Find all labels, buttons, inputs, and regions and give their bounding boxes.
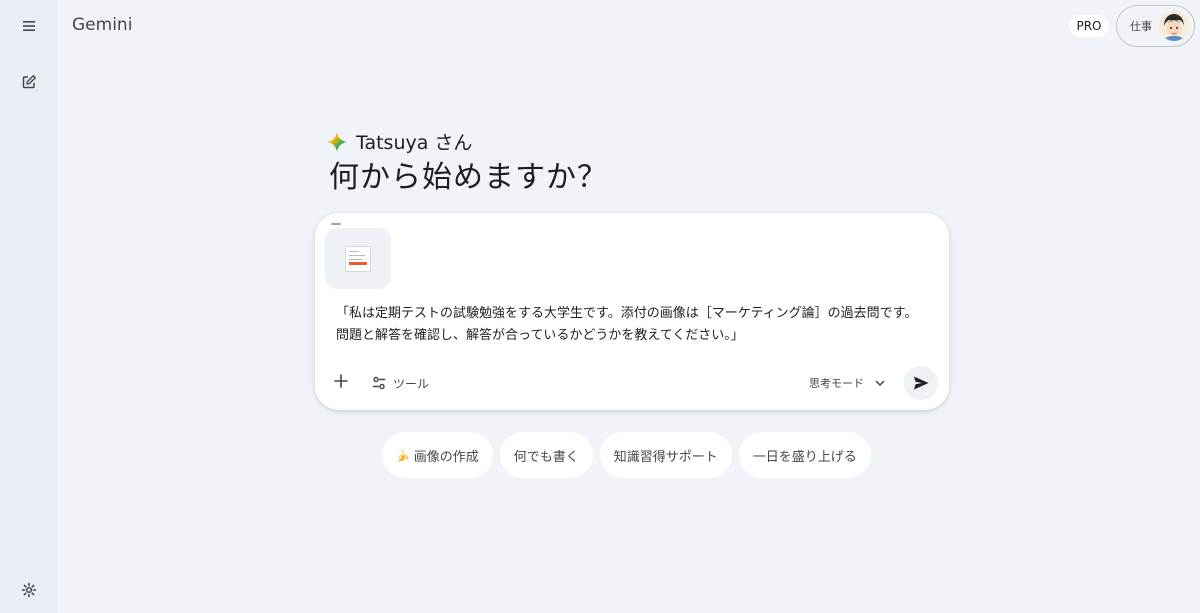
banana-icon: 🍌	[396, 448, 410, 462]
gear-icon	[21, 582, 37, 598]
add-content-button[interactable]	[327, 367, 355, 395]
new-chat-button[interactable]	[13, 66, 45, 98]
sidebar	[0, 0, 58, 613]
chip-create-image[interactable]: 🍌 画像の作成	[382, 432, 493, 478]
pro-badge: PRO	[1069, 15, 1109, 37]
settings-button[interactable]	[13, 574, 45, 606]
gemini-spark-icon	[326, 131, 348, 152]
attachment-thumbnail	[345, 245, 371, 272]
main-menu-button[interactable]	[13, 10, 45, 42]
app-title[interactable]: Gemini	[72, 15, 132, 35]
prompt-input[interactable]: 「私は定期テストの試験勉強をする大学生です。添付の画像は［マーケティング論］の過…	[336, 303, 926, 347]
avatar	[1159, 11, 1189, 41]
chip-boost-day[interactable]: 一日を盛り上げる	[738, 432, 871, 478]
tools-label: ツール	[393, 376, 430, 391]
chip-learning-support[interactable]: 知識習得サポート	[599, 432, 732, 478]
suggestion-chips: 🍌 画像の作成 何でも書く 知識習得サポート 一日を盛り上げる	[382, 432, 871, 478]
account-label: 仕事	[1130, 20, 1152, 33]
chip-label: 何でも書く	[513, 449, 579, 465]
attachment-label	[331, 223, 341, 225]
edit-icon	[22, 75, 36, 89]
tools-sliders-icon	[372, 376, 386, 390]
mode-selector[interactable]: 思考モード	[809, 372, 886, 394]
menu-icon	[23, 21, 35, 31]
chevron-down-icon	[875, 380, 885, 386]
send-button[interactable]	[904, 366, 938, 400]
greeting: Tatsuya さん	[326, 128, 472, 155]
image-attachment[interactable]	[325, 228, 391, 289]
account-switcher[interactable]: 仕事	[1116, 5, 1195, 47]
send-icon	[914, 376, 929, 390]
chip-label: 一日を盛り上げる	[752, 449, 857, 465]
chip-label: 知識習得サポート	[613, 449, 718, 465]
chip-label: 画像の作成	[413, 449, 479, 465]
plus-icon	[334, 374, 348, 388]
page-headline: 何から始めますか？	[329, 160, 608, 195]
prompt-composer[interactable]: 「私は定期テストの試験勉強をする大学生です。添付の画像は［マーケティング論］の過…	[315, 213, 949, 410]
mode-label: 思考モード	[809, 377, 864, 390]
greeting-name: Tatsuya さん	[356, 132, 473, 154]
tools-button[interactable]: ツール	[371, 371, 429, 395]
chip-write-anything[interactable]: 何でも書く	[499, 432, 593, 478]
